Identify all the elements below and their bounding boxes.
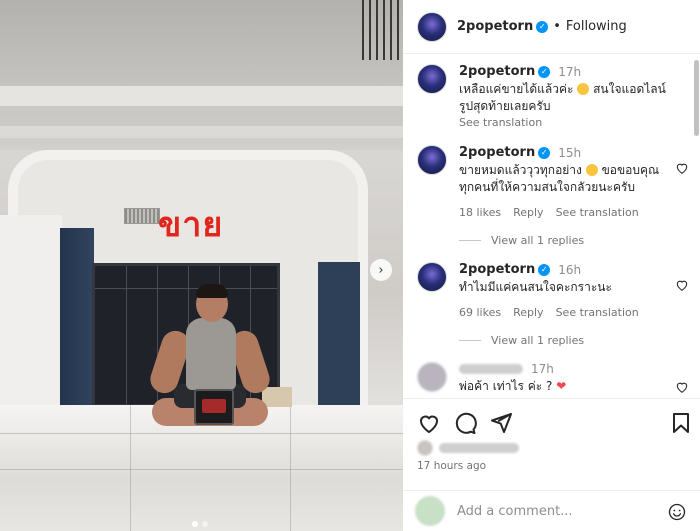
liked-by-row[interactable] [417,440,519,456]
see-translation-link[interactable]: See translation [556,306,639,319]
reply-divider [459,240,481,241]
avatar[interactable] [417,262,447,292]
view-replies-label: View all 1 replies [491,234,585,247]
add-comment-row [403,490,700,531]
header-separator: • [553,19,561,34]
post-photo[interactable]: ขาย › [0,0,403,531]
carousel-dots [192,521,208,527]
list-item: 2popetorn ✓ 17h เหลือแค่ขายได้แล้วค่ะ สน… [417,64,693,129]
view-replies-label: View all 1 replies [491,334,585,347]
list-item: 2popetorn ✓ 15h ขายหมดแล้ววุวทุกอย่าง ขอ… [417,145,693,219]
header-username[interactable]: 2popetorn [457,19,533,34]
reply-divider [459,340,481,341]
carousel-dot [192,521,198,527]
view-replies-button[interactable]: View all 1 replies [459,234,584,247]
verified-badge-icon: ✓ [538,263,551,276]
red-heart-icon: ❤ [556,379,567,393]
comment-username[interactable]: 2popetorn [459,145,535,160]
comment-text: เหลือแค่ขายได้แล้วค่ะ สนใจแอดไลน์ รูปสุด… [459,82,666,113]
comment-time[interactable]: 17h [558,65,581,79]
reply-button[interactable]: Reply [513,306,543,319]
person-torso [186,318,236,390]
photo-ac-vent [124,208,160,224]
blurred-liked-by [439,443,519,453]
avatar[interactable] [417,362,447,392]
reply-button[interactable]: Reply [513,206,543,219]
photo-right-cabinet [318,262,360,407]
comment-username[interactable]: 2popetorn [459,262,535,277]
comment-username[interactable]: 2popetorn [459,64,535,79]
comment-text: ขายหมดแล้ววุวทุกอย่าง ขอขอบคุณ ทุกคนที่ใ… [459,163,660,194]
like-comment-heart-icon[interactable] [675,380,689,394]
comment-bubble-icon[interactable] [453,411,477,435]
sale-overlay-text: ขาย [158,205,224,245]
product-box [194,389,234,425]
see-translation-link[interactable]: See translation [556,206,639,219]
comment-time[interactable]: 15h [558,146,581,160]
emoji-icon [585,164,598,176]
view-replies-button[interactable]: View all 1 replies [459,334,584,347]
avatar [417,440,433,456]
photo-railing [362,0,403,60]
add-comment-input[interactable] [457,503,657,519]
bookmark-icon[interactable] [669,411,693,435]
post-side-panel: 2popetorn ✓ • Following 2popetorn ✓ 17h … [403,0,700,531]
avatar[interactable] [417,64,447,94]
carousel-dot [202,521,208,527]
verified-badge-icon: ✓ [536,20,549,33]
avatar[interactable] [417,145,447,175]
like-heart-icon[interactable] [417,411,441,435]
comment-text: ทำไมมีแค่คนสนใจคะกราะนะ [459,280,612,294]
photo-beam-lower [0,126,403,138]
comments-list[interactable]: 2popetorn ✓ 17h เหลือแค่ขายได้แล้วค่ะ สน… [403,54,693,398]
emoji-smile-icon[interactable] [668,503,686,521]
likes-count[interactable]: 18 likes [459,206,501,219]
avatar [415,496,445,526]
following-button[interactable]: Following [566,19,627,34]
like-comment-heart-icon[interactable] [675,161,689,175]
comment-text: พ่อค้า เท่าไร ค่ะ ? ❤ [459,379,567,393]
photo-left-wall [0,215,62,415]
verified-badge-icon: ✓ [538,65,551,78]
like-comment-heart-icon[interactable] [675,278,689,292]
list-item: 2popetorn ✓ 16h ทำไมมีแค่คนสนใจคะกราะนะ … [417,262,693,319]
post-timestamp[interactable]: 17 hours ago [417,460,486,472]
post-header: 2popetorn ✓ • Following [403,0,700,54]
see-translation-link[interactable]: See translation [459,116,667,129]
person-hair [196,284,228,298]
likes-count[interactable]: 69 likes [459,306,501,319]
photo-beam [0,86,403,106]
verified-badge-icon: ✓ [538,146,551,159]
avatar[interactable] [417,11,447,42]
emoji-icon [577,83,590,95]
comment-time[interactable]: 17h [531,362,554,376]
chevron-right-icon: › [378,262,384,278]
photo-box [262,387,292,407]
comments-scrollbar[interactable] [694,60,699,136]
comment-time[interactable]: 16h [558,263,581,277]
share-send-icon[interactable] [489,411,513,435]
photo-left-cabinet [60,228,94,408]
list-item: 17h พ่อค้า เท่าไร ค่ะ ? ❤ [417,362,693,395]
next-photo-button[interactable]: › [370,259,392,281]
blurred-username[interactable] [459,364,523,374]
